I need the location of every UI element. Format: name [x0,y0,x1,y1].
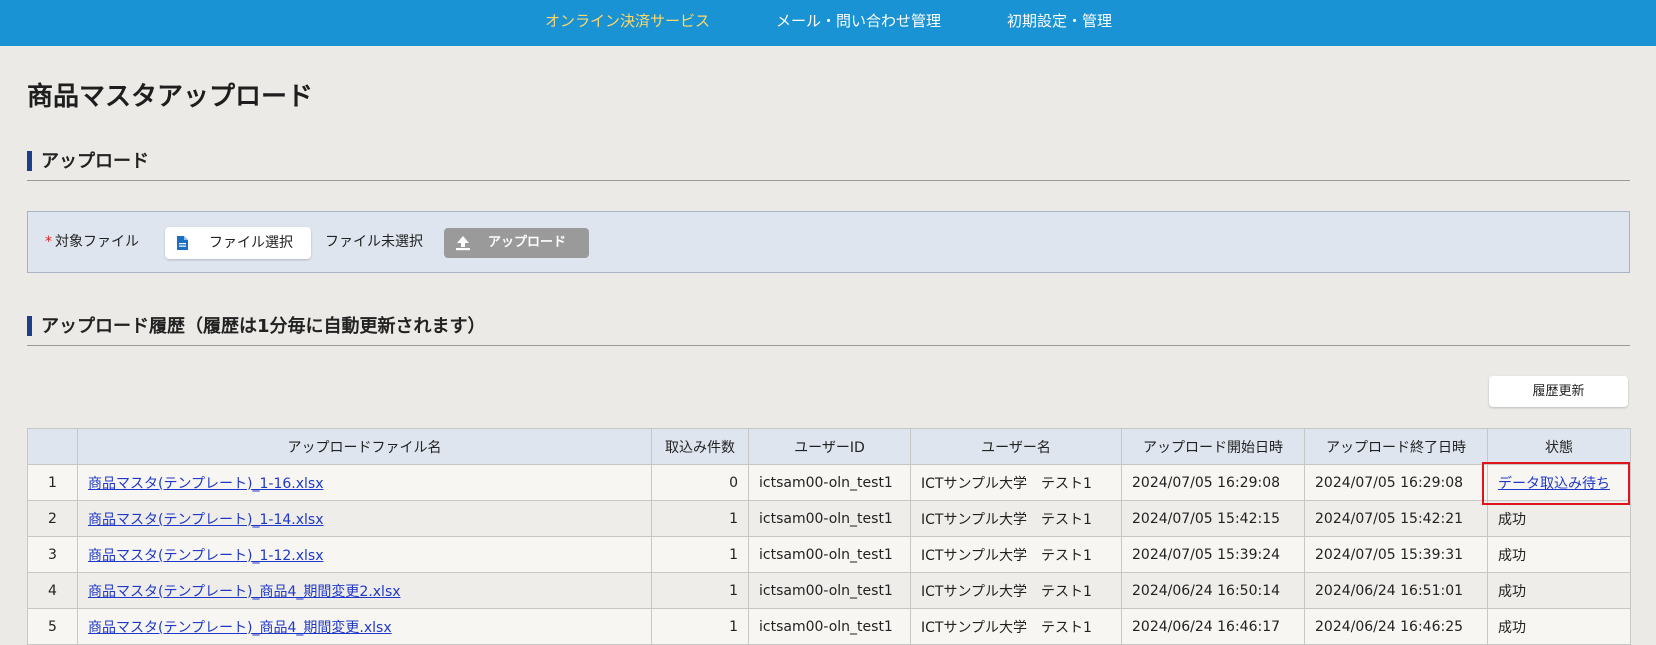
row-number: 3 [27,536,78,573]
column-header-file-name[interactable]: アップロードファイル名 [77,428,652,465]
column-header-user-id[interactable]: ユーザーID [748,428,911,465]
refresh-history-button[interactable]: 履歴更新 [1489,376,1628,407]
file-select-button[interactable]: ファイル選択 [165,227,311,259]
top-nav: オンライン決済サービス メール・問い合わせ管理 初期設定・管理 [0,0,1656,46]
file-name-cell: 商品マスタ(テンプレート)_商品4_期間変更.xlsx [77,608,652,645]
status-text: 成功 [1487,536,1631,573]
column-header-user-name[interactable]: ユーザー名 [910,428,1122,465]
upload-section-heading: アップロード [27,146,1630,181]
end-datetime: 2024/06/24 16:51:01 [1304,572,1488,609]
file-name-cell: 商品マスタ(テンプレート)_商品4_期間変更2.xlsx [77,572,652,609]
user-id: ictsam00-oln_test1 [748,572,911,609]
import-count: 0 [651,464,749,501]
status-text: 成功 [1487,608,1631,645]
section-bar [27,151,32,171]
start-datetime: 2024/07/05 15:39:24 [1121,536,1305,573]
file-name-link[interactable]: 商品マスタ(テンプレート)_1-14.xlsx [88,512,323,528]
file-select-label: ファイル選択 [209,235,293,251]
upload-history-table: アップロードファイル名 取込み件数 ユーザーID ユーザー名 アップロード開始日… [27,428,1631,645]
upload-panel: * 対象ファイル ファイル選択 ファイル未選択 アップロード [27,211,1630,273]
page-title: 商品マスタアップロード [27,82,314,112]
end-datetime: 2024/07/05 15:39:31 [1304,536,1488,573]
file-name-link[interactable]: 商品マスタ(テンプレート)_1-16.xlsx [88,476,323,492]
end-datetime: 2024/07/05 16:29:08 [1304,464,1488,501]
file-name-cell: 商品マスタ(テンプレート)_1-14.xlsx [77,500,652,537]
user-id: ictsam00-oln_test1 [748,536,911,573]
nav-item-settings[interactable]: 初期設定・管理 [1007,0,1112,42]
column-header-no [27,428,78,465]
user-id: ictsam00-oln_test1 [748,464,911,501]
required-mark: * [45,234,52,250]
file-name-link[interactable]: 商品マスタ(テンプレート)_商品4_期間変更2.xlsx [88,584,401,600]
start-datetime: 2024/07/05 15:42:15 [1121,500,1305,537]
status-text: 成功 [1487,572,1631,609]
table-row: 5 商品マスタ(テンプレート)_商品4_期間変更.xlsx 1 ictsam00… [27,608,1631,645]
user-name: ICTサンプル大学 テスト1 [910,500,1122,537]
import-count: 1 [651,572,749,609]
no-file-selected-text: ファイル未選択 [325,234,423,250]
column-header-count[interactable]: 取込み件数 [651,428,749,465]
upload-section-title: アップロード [41,151,149,172]
start-datetime: 2024/06/24 16:50:14 [1121,572,1305,609]
file-name-cell: 商品マスタ(テンプレート)_1-16.xlsx [77,464,652,501]
upload-icon [456,236,470,251]
column-header-status[interactable]: 状態 [1487,428,1631,465]
nav-item-mail-inquiry[interactable]: メール・問い合わせ管理 [776,0,941,42]
import-count: 1 [651,500,749,537]
file-name-link[interactable]: 商品マスタ(テンプレート)_1-12.xlsx [88,548,323,564]
history-section-heading: アップロード履歴（履歴は1分毎に自動更新されます） [27,311,1630,346]
start-datetime: 2024/07/05 16:29:08 [1121,464,1305,501]
target-file-label: * 対象ファイル [45,212,139,272]
table-row: 1 商品マスタ(テンプレート)_1-16.xlsx 0 ictsam00-oln… [27,464,1631,501]
history-section-title: アップロード履歴（履歴は1分毎に自動更新されます） [41,316,486,337]
end-datetime: 2024/06/24 16:46:25 [1304,608,1488,645]
table-row: 3 商品マスタ(テンプレート)_1-12.xlsx 1 ictsam00-oln… [27,536,1631,573]
target-file-label-text: 対象ファイル [55,234,139,250]
row-number: 1 [27,464,78,501]
user-name: ICTサンプル大学 テスト1 [910,464,1122,501]
upload-button-label: アップロード [488,235,567,250]
end-datetime: 2024/07/05 15:42:21 [1304,500,1488,537]
nav-item-online-payment[interactable]: オンライン決済サービス [545,0,710,42]
column-header-start-time[interactable]: アップロード開始日時 [1121,428,1305,465]
table-row: 4 商品マスタ(テンプレート)_商品4_期間変更2.xlsx 1 ictsam0… [27,572,1631,609]
file-name-cell: 商品マスタ(テンプレート)_1-12.xlsx [77,536,652,573]
user-name: ICTサンプル大学 テスト1 [910,608,1122,645]
user-name: ICTサンプル大学 テスト1 [910,536,1122,573]
status-cell: データ取込み待ち [1487,464,1631,501]
section-bar [27,316,32,336]
table-row: 2 商品マスタ(テンプレート)_1-14.xlsx 1 ictsam00-oln… [27,500,1631,537]
status-link-waiting[interactable]: データ取込み待ち [1498,476,1610,492]
import-count: 1 [651,608,749,645]
column-header-end-time[interactable]: アップロード終了日時 [1304,428,1488,465]
table-header-row: アップロードファイル名 取込み件数 ユーザーID ユーザー名 アップロード開始日… [27,428,1631,465]
status-text: 成功 [1487,500,1631,537]
row-number: 2 [27,500,78,537]
document-icon [177,236,188,250]
row-number: 5 [27,608,78,645]
file-name-link[interactable]: 商品マスタ(テンプレート)_商品4_期間変更.xlsx [88,620,392,636]
user-id: ictsam00-oln_test1 [748,608,911,645]
import-count: 1 [651,536,749,573]
row-number: 4 [27,572,78,609]
upload-button[interactable]: アップロード [444,228,589,258]
user-id: ictsam00-oln_test1 [748,500,911,537]
start-datetime: 2024/06/24 16:46:17 [1121,608,1305,645]
user-name: ICTサンプル大学 テスト1 [910,572,1122,609]
